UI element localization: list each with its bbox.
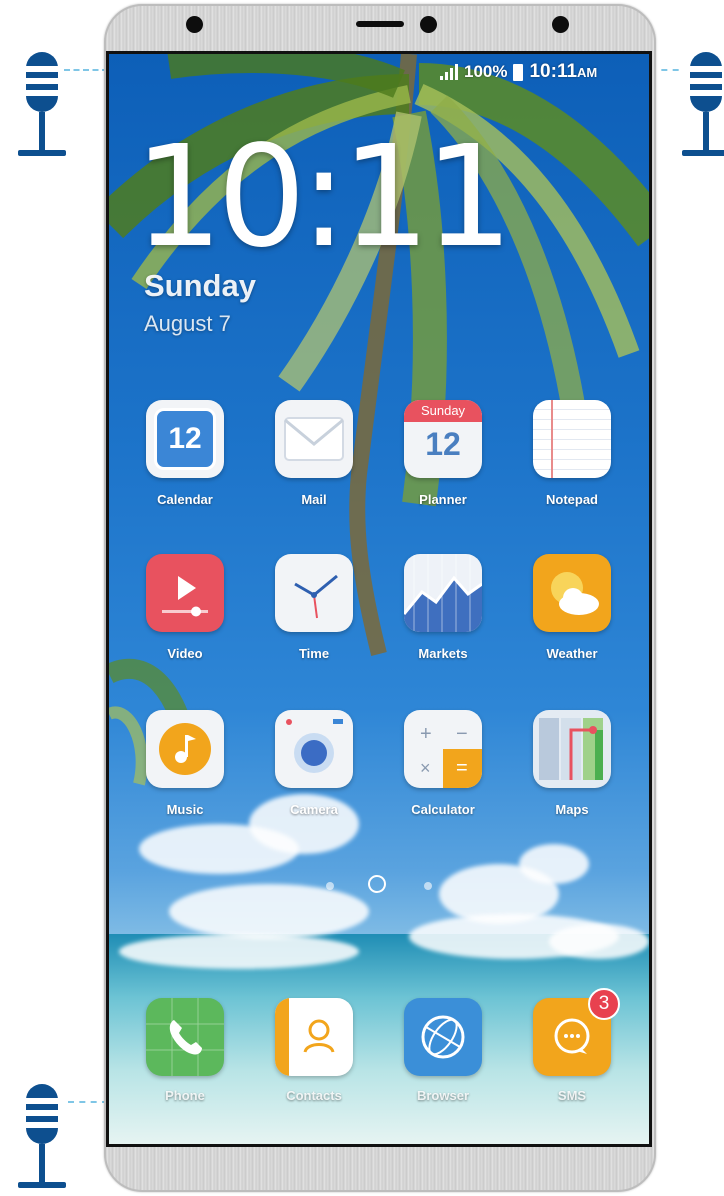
mic-line xyxy=(64,69,108,73)
planner-icon-header: Sunday xyxy=(404,400,482,422)
cloud xyxy=(119,934,359,969)
app-video[interactable]: Video xyxy=(130,554,240,661)
notepad-icon xyxy=(533,400,611,478)
planner-icon-day: 12 xyxy=(425,426,461,462)
app-music[interactable]: Music xyxy=(130,710,240,817)
signal-strength-icon xyxy=(440,64,458,80)
app-label: Phone xyxy=(165,1088,205,1103)
app-label: Mail xyxy=(301,492,327,507)
planner-icon: Sunday 12 xyxy=(404,400,482,478)
status-bar: 100% 10:11AM xyxy=(440,59,597,85)
svg-text:×: × xyxy=(420,758,431,778)
clock-icon xyxy=(275,554,353,632)
app-markets[interactable]: Markets xyxy=(388,554,498,661)
app-maps[interactable]: Maps xyxy=(517,710,627,817)
status-clock: 10:11AM xyxy=(529,61,597,83)
page-indicator-dot[interactable] xyxy=(424,882,432,890)
app-label: Maps xyxy=(555,802,589,817)
status-ampm: AM xyxy=(577,65,598,80)
markets-chart-icon xyxy=(404,554,482,632)
app-label: Calendar xyxy=(157,492,213,507)
battery-icon xyxy=(513,63,524,81)
app-label: Markets xyxy=(418,646,468,661)
calculator-icon: + − × = xyxy=(404,710,482,788)
svg-text:−: − xyxy=(456,723,468,745)
dock-browser[interactable]: Browser xyxy=(388,998,498,1103)
clock-widget-time[interactable]: 10:11 xyxy=(134,128,513,268)
map-icon xyxy=(533,710,611,788)
app-label: Planner xyxy=(419,492,467,507)
globe-icon xyxy=(404,998,482,1076)
app-label: Time xyxy=(298,646,330,661)
page-indicator-dot[interactable] xyxy=(326,882,334,890)
app-label: Notepad xyxy=(546,492,598,507)
camera-icon xyxy=(275,710,353,788)
front-sensor xyxy=(186,16,203,33)
front-sensor xyxy=(552,16,569,33)
app-camera[interactable]: Camera xyxy=(259,710,369,817)
app-label: SMS xyxy=(557,1088,587,1103)
clock-widget-weekday: Sunday xyxy=(144,268,256,303)
mail-icon xyxy=(275,400,353,478)
video-icon xyxy=(146,554,224,632)
microphone-icon xyxy=(682,52,724,156)
battery-percent: 100% xyxy=(464,62,508,81)
app-planner[interactable]: Sunday 12 Planner xyxy=(388,400,498,507)
app-mail[interactable]: Mail xyxy=(259,400,369,507)
app-label: Browser xyxy=(416,1088,470,1103)
weather-icon xyxy=(533,554,611,632)
app-weather[interactable]: Weather xyxy=(517,554,627,661)
dock-contacts[interactable]: Contacts xyxy=(259,998,369,1103)
app-label: Video xyxy=(167,646,203,661)
microphone-icon xyxy=(18,1084,66,1188)
earpiece-speaker xyxy=(356,21,404,27)
svg-text:+: + xyxy=(420,723,432,745)
svg-text:=: = xyxy=(456,757,468,779)
clock-widget-date: August 7 xyxy=(144,311,231,336)
cloud xyxy=(169,884,369,939)
app-calendar[interactable]: 12 Calendar xyxy=(130,400,240,507)
app-notepad[interactable]: Notepad xyxy=(517,400,627,507)
app-label: Calculator xyxy=(411,802,475,817)
app-label: Music xyxy=(166,802,204,817)
contacts-icon xyxy=(275,998,353,1076)
music-note-icon xyxy=(146,710,224,788)
app-label: Contacts xyxy=(286,1088,342,1103)
app-calculator[interactable]: + − × = Calculator xyxy=(388,710,498,817)
app-label: Weather xyxy=(546,646,598,661)
mic-line xyxy=(68,1101,108,1105)
microphone-icon xyxy=(18,52,66,156)
page-indicator-current[interactable] xyxy=(368,875,386,893)
app-time[interactable]: Time xyxy=(259,554,369,661)
dock-phone[interactable]: Phone xyxy=(130,998,240,1103)
front-camera xyxy=(420,16,437,33)
phone-icon xyxy=(146,998,224,1076)
calendar-icon-day: 12 xyxy=(168,422,202,455)
status-time: 10:11 xyxy=(529,61,578,82)
calendar-icon: 12 xyxy=(146,400,224,478)
sms-unread-badge: 3 xyxy=(588,988,620,1020)
app-label: Camera xyxy=(290,802,338,817)
cloud xyxy=(549,924,649,959)
